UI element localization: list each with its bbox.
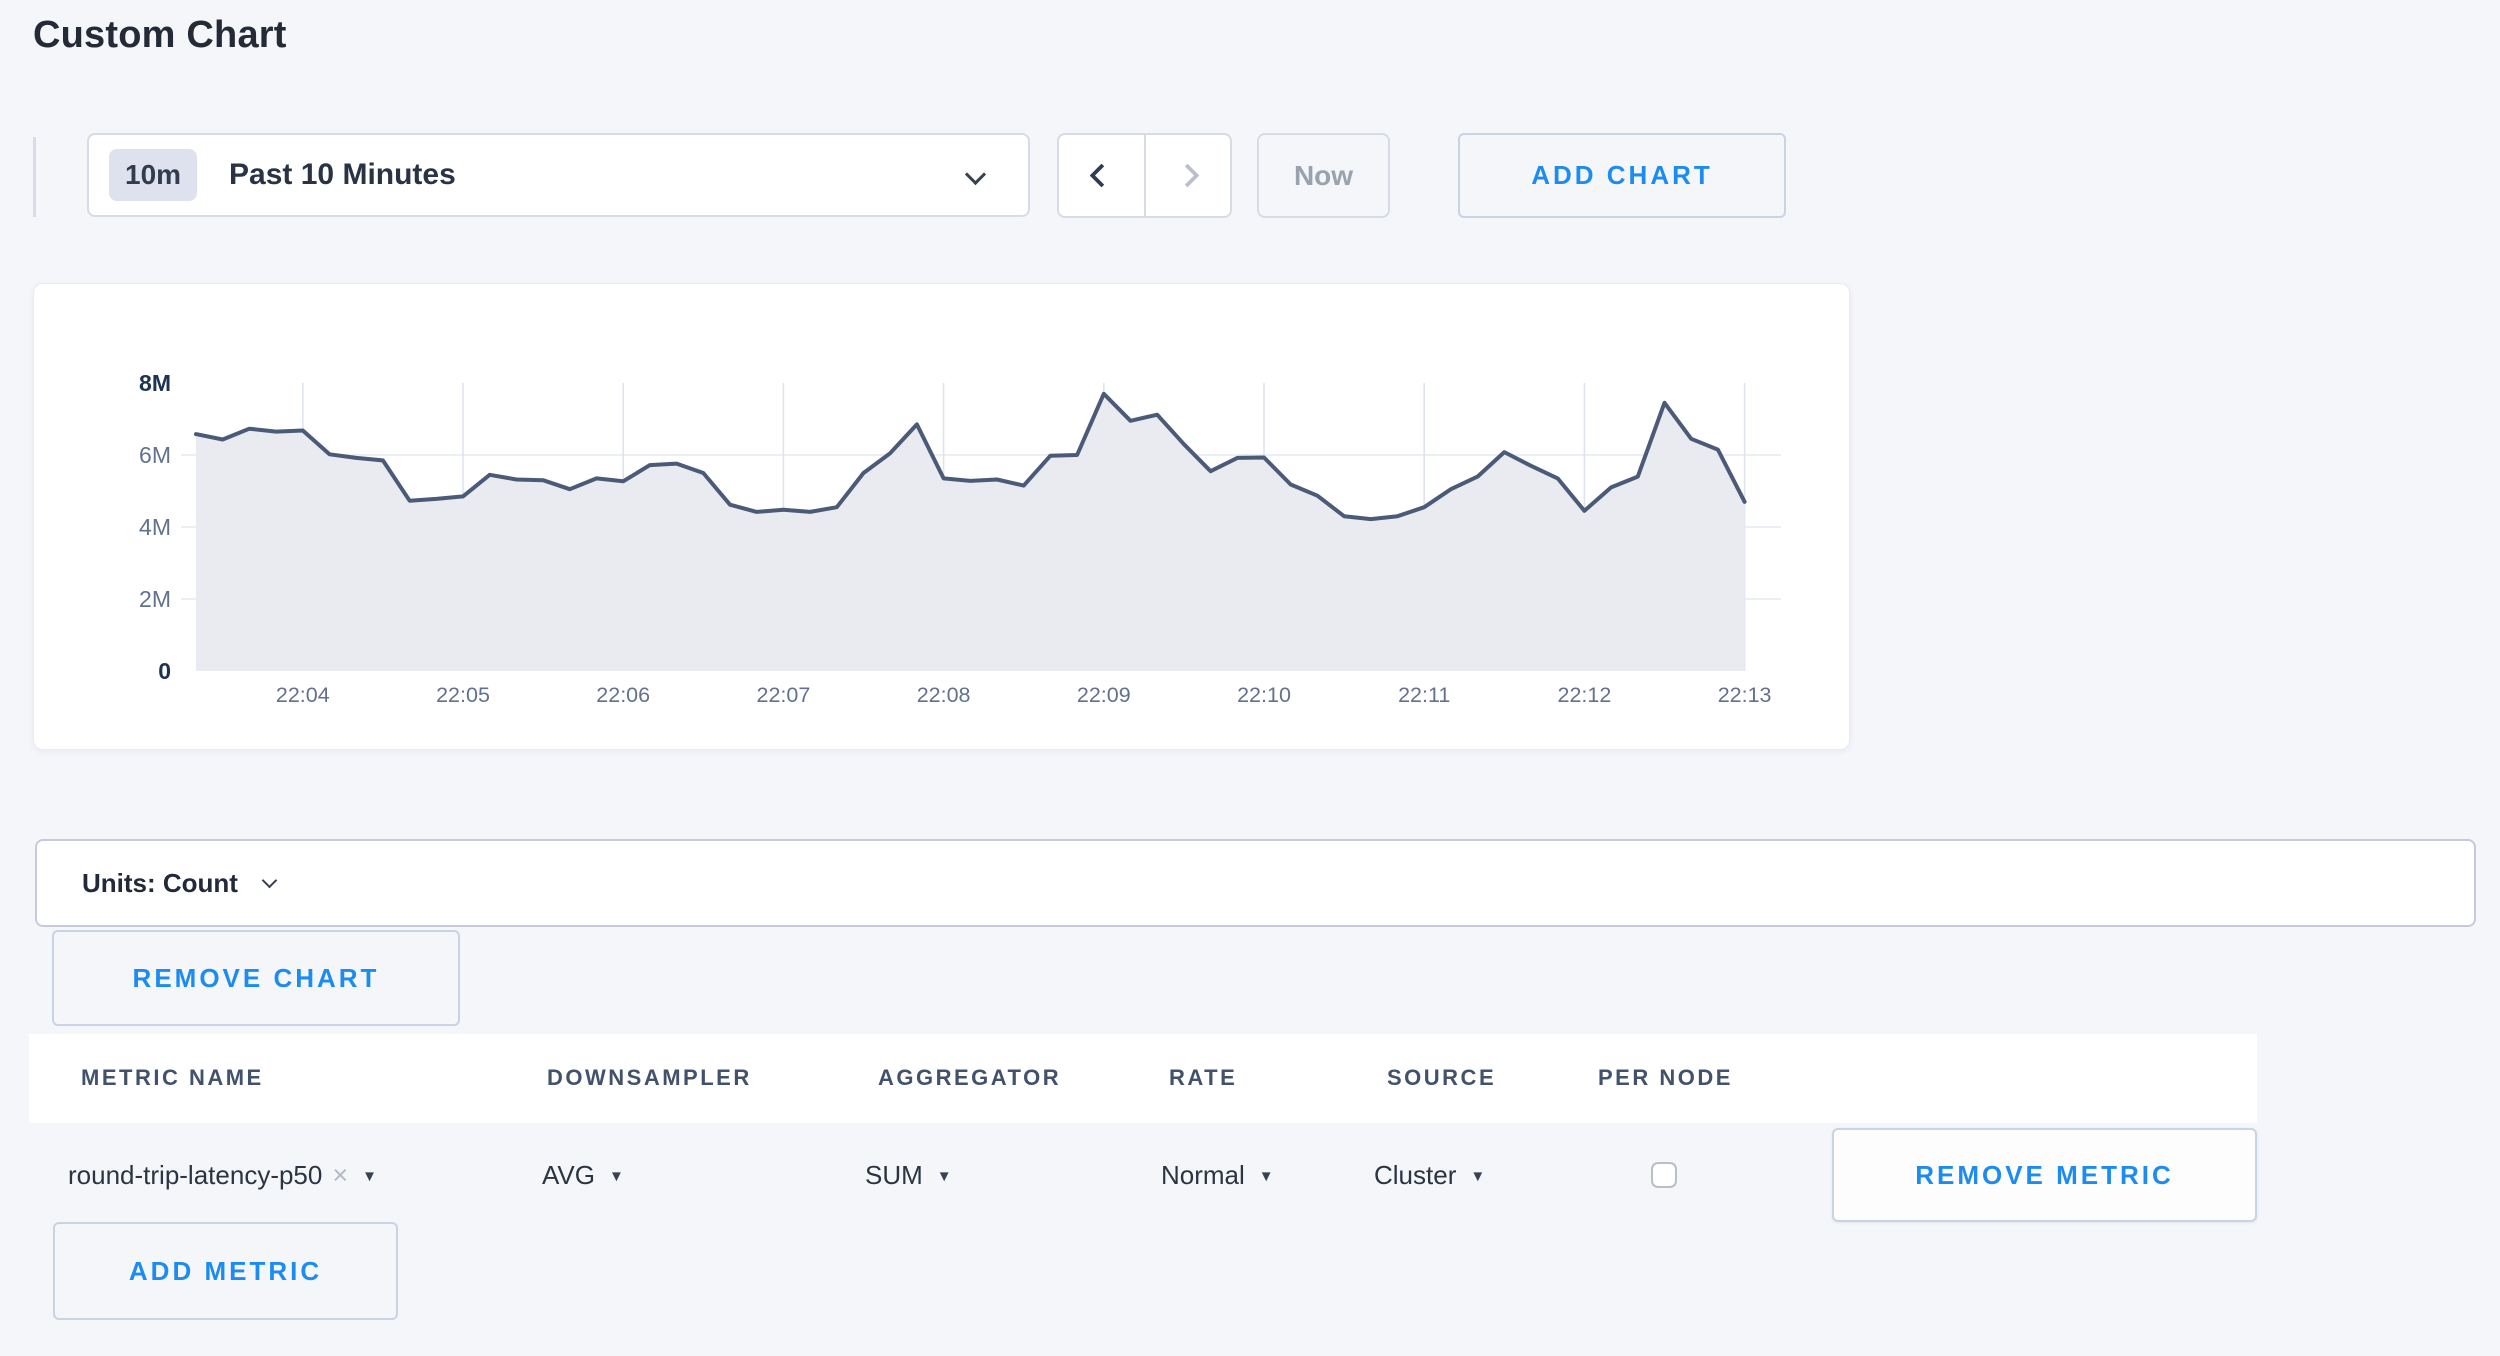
x-tick-label: 22:13	[1718, 683, 1772, 707]
chevron-left-icon	[1089, 163, 1113, 187]
page-title: Custom Chart	[33, 14, 287, 57]
column-header-metric-name: METRIC NAME	[81, 1065, 264, 1091]
timeseries-area-chart: 0 2M 4M 6M 8M 22:04 22:05 22:06 22:07 22:08 22:09 2…	[34, 284, 1849, 749]
metrics-table-header: METRIC NAME DOWNSAMPLER AGGREGATOR RATE …	[29, 1034, 2257, 1123]
time-nav-group	[1057, 133, 1232, 218]
x-tick-label: 22:10	[1237, 683, 1291, 707]
add-metric-button[interactable]: ADD METRIC	[53, 1222, 398, 1320]
column-header-rate: RATE	[1169, 1065, 1237, 1091]
aggregator-select[interactable]: SUM ▼	[865, 1156, 952, 1194]
column-header-source: SOURCE	[1387, 1065, 1496, 1091]
remove-chart-button[interactable]: REMOVE CHART	[52, 930, 460, 1026]
caret-down-icon: ▼	[362, 1165, 377, 1185]
units-label: Units: Count	[82, 868, 238, 899]
downsampler-value: AVG	[542, 1160, 595, 1191]
x-tick-label: 22:05	[436, 683, 490, 707]
x-tick-label: 22:08	[917, 683, 971, 707]
x-tick-label: 22:09	[1077, 683, 1131, 707]
source-value: Cluster	[1374, 1160, 1456, 1191]
x-tick-label: 22:06	[596, 683, 650, 707]
per-node-checkbox[interactable]	[1651, 1162, 1677, 1188]
x-tick-label: 22:12	[1557, 683, 1611, 707]
aggregator-value: SUM	[865, 1160, 923, 1191]
rate-value: Normal	[1161, 1160, 1245, 1191]
rate-select[interactable]: Normal ▼	[1161, 1156, 1274, 1194]
y-tick-label: 4M	[139, 514, 171, 540]
time-back-button[interactable]	[1059, 135, 1144, 216]
chevron-right-icon	[1176, 163, 1200, 187]
caret-down-icon: ▼	[609, 1165, 624, 1185]
time-forward-button[interactable]	[1146, 135, 1231, 216]
x-tick-label: 22:04	[276, 683, 330, 707]
remove-metric-button[interactable]: REMOVE METRIC	[1832, 1128, 2257, 1222]
units-dropdown[interactable]: Units: Count	[35, 839, 2476, 927]
y-tick-label: 0	[158, 658, 171, 684]
add-chart-button[interactable]: ADD CHART	[1458, 133, 1786, 218]
x-tick-label: 22:07	[756, 683, 810, 707]
chevron-down-icon	[262, 872, 278, 888]
source-select[interactable]: Cluster ▼	[1374, 1156, 1485, 1194]
chevron-down-icon	[965, 164, 986, 185]
toolbar-divider	[33, 137, 36, 217]
column-header-per-node: PER NODE	[1598, 1065, 1733, 1091]
caret-down-icon: ▼	[1259, 1165, 1274, 1185]
y-tick-label: 2M	[139, 586, 171, 612]
series-area	[196, 394, 1745, 671]
x-tick-label: 22:11	[1398, 683, 1450, 707]
clear-metric-icon[interactable]: ×	[332, 1160, 348, 1191]
column-header-aggregator: AGGREGATOR	[878, 1065, 1061, 1091]
caret-down-icon: ▼	[937, 1165, 952, 1185]
time-range-label: Past 10 Minutes	[229, 158, 456, 192]
column-header-downsampler: DOWNSAMPLER	[547, 1065, 752, 1091]
downsampler-select[interactable]: AVG ▼	[542, 1156, 624, 1194]
y-tick-label: 8M	[139, 370, 171, 396]
metric-name-select[interactable]: round-trip-latency-p50 × ▼	[68, 1156, 377, 1194]
caret-down-icon: ▼	[1470, 1165, 1485, 1185]
now-button[interactable]: Now	[1257, 133, 1390, 218]
chart-card: 0 2M 4M 6M 8M 22:04 22:05 22:06 22:07 22:08 22:09 2…	[33, 283, 1850, 750]
time-range-badge: 10m	[109, 149, 197, 201]
y-tick-label: 6M	[139, 442, 171, 468]
metric-name-value: round-trip-latency-p50	[68, 1160, 322, 1191]
time-range-dropdown[interactable]: 10m Past 10 Minutes	[87, 133, 1030, 217]
